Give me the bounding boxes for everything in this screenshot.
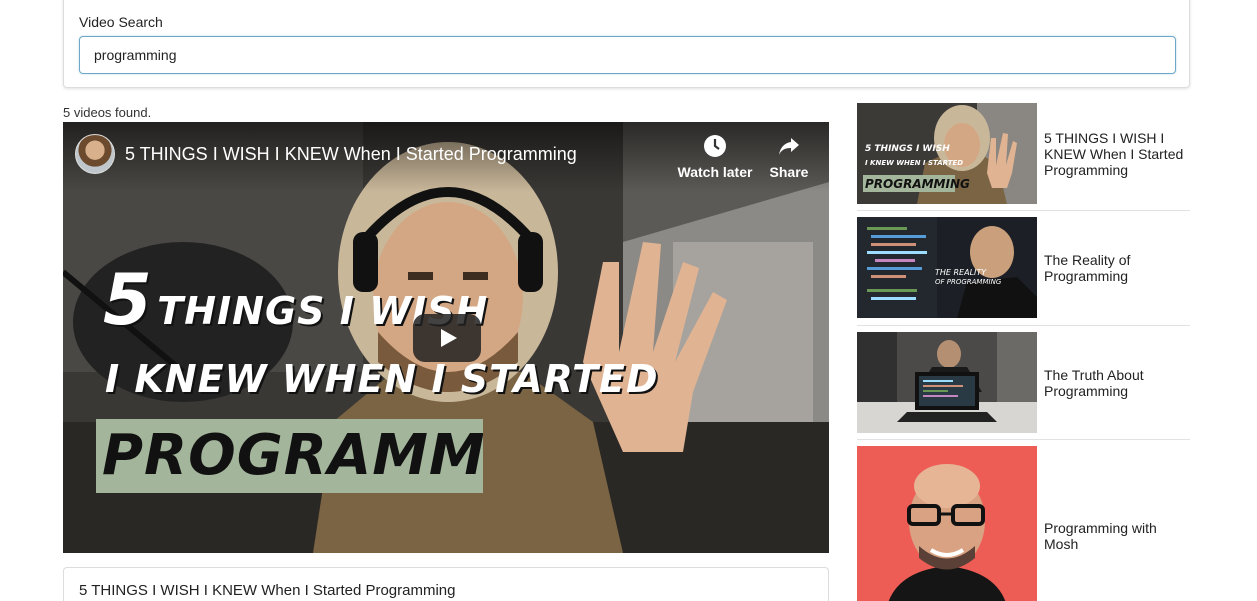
- video-list-title[interactable]: The Reality of Programming: [1044, 252, 1194, 284]
- thumb-text-1: THE REALITY: [935, 268, 987, 277]
- search-card: Video Search: [63, 0, 1190, 88]
- video-list-item[interactable]: The Truth About Programming: [857, 332, 1190, 440]
- video-list-thumbnail[interactable]: THE REALITY OF PROGRAMMING: [857, 217, 1037, 318]
- video-list-thumbnail[interactable]: [857, 446, 1037, 601]
- video-list-item[interactable]: 5 THINGS I WISH I KNEW WHEN I STARTED PR…: [857, 103, 1190, 211]
- search-label: Video Search: [79, 14, 163, 30]
- play-icon: [441, 329, 457, 347]
- video-detail-card: 5 THINGS I WISH I KNEW When I Started Pr…: [63, 567, 829, 601]
- video-list-title[interactable]: 5 THINGS I WISH I KNEW When I Started Pr…: [1044, 130, 1194, 178]
- clock-icon: [704, 135, 726, 157]
- thumbnail-overlay-banner: PROGRAMMING: [96, 419, 483, 493]
- player-title[interactable]: 5 THINGS I WISH I KNEW When I Started Pr…: [125, 144, 577, 165]
- search-input[interactable]: [79, 36, 1176, 74]
- video-list-title[interactable]: The Truth About Programming: [1044, 367, 1194, 399]
- thumbnail-overlay-line2: I KNEW WHEN I STARTED: [105, 357, 659, 401]
- share-icon: [779, 138, 799, 155]
- play-button[interactable]: [413, 314, 481, 362]
- video-detail-title: 5 THINGS I WISH I KNEW When I Started Pr…: [79, 582, 456, 599]
- video-player[interactable]: 5 THINGS I WISH I KNEW When I Started Pr…: [63, 122, 829, 553]
- thumb-text-2: OF PROGRAMMING: [935, 278, 1002, 286]
- video-list-title[interactable]: Programming with Mosh: [1044, 520, 1194, 552]
- thumb-text-2: I KNEW WHEN I STARTED: [865, 159, 963, 167]
- thumb-text-3: PROGRAMMING: [865, 177, 970, 191]
- video-list-item[interactable]: Programming with Mosh: [857, 446, 1190, 601]
- thumb-text-1: 5 THINGS I WISH: [865, 144, 950, 154]
- share-label: Share: [769, 164, 809, 180]
- watch-later-button[interactable]: Watch later: [677, 134, 753, 180]
- share-button[interactable]: Share: [763, 134, 815, 180]
- video-list-thumbnail[interactable]: [857, 332, 1037, 433]
- video-list-thumbnail[interactable]: 5 THINGS I WISH I KNEW WHEN I STARTED PR…: [857, 103, 1037, 204]
- channel-avatar[interactable]: [75, 134, 115, 174]
- results-count: 5 videos found.: [63, 105, 152, 120]
- watch-later-label: Watch later: [677, 164, 753, 180]
- overlay-number: 5: [103, 259, 152, 341]
- video-list-item[interactable]: THE REALITY OF PROGRAMMING The Reality o…: [857, 217, 1190, 326]
